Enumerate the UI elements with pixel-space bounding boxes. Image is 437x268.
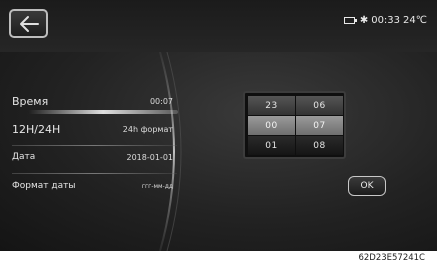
hour-prev[interactable]: 23 xyxy=(248,96,295,115)
ok-button[interactable]: OK xyxy=(348,176,386,196)
minute-next[interactable]: 08 xyxy=(296,136,343,155)
figure-caption: 62D23E57241C xyxy=(358,253,425,263)
setting-label: Дата xyxy=(12,152,36,162)
hour-next[interactable]: 01 xyxy=(248,136,295,155)
status-bar: ✱ 00:33 24℃ xyxy=(343,12,427,28)
setting-row-date[interactable]: Дата 2018-01-01 xyxy=(12,143,187,171)
back-button[interactable] xyxy=(9,9,48,38)
minute-prev[interactable]: 06 xyxy=(296,96,343,115)
setting-label: Формат даты xyxy=(12,181,76,191)
back-arrow-icon xyxy=(20,16,39,32)
selection-highlight xyxy=(12,110,178,114)
battery-icon xyxy=(343,16,357,24)
minute-current[interactable]: 07 xyxy=(296,116,343,135)
bluetooth-icon: ✱ xyxy=(359,14,369,26)
setting-value: 00:07 xyxy=(149,96,173,106)
setting-row-date-format[interactable]: Формат даты ггг-мм-дд xyxy=(12,172,187,200)
setting-label: 12H/24H xyxy=(12,122,61,136)
time-picker[interactable]: 23 00 01 06 07 08 xyxy=(243,91,346,159)
status-time: 00:33 xyxy=(371,14,401,26)
screen: ✱ 00:33 24℃ Время 00:07 12H/24H 24h форм… xyxy=(0,0,437,251)
setting-label: Время xyxy=(12,94,49,108)
setting-row-12h24h[interactable]: 12H/24H 24h формат xyxy=(12,115,187,143)
setting-value: 2018-01-01 xyxy=(126,152,174,162)
hour-current[interactable]: 00 xyxy=(248,116,295,135)
setting-value: ггг-мм-дд xyxy=(141,182,173,190)
status-temperature: 24℃ xyxy=(403,14,427,26)
setting-value: 24h формат xyxy=(122,124,173,134)
